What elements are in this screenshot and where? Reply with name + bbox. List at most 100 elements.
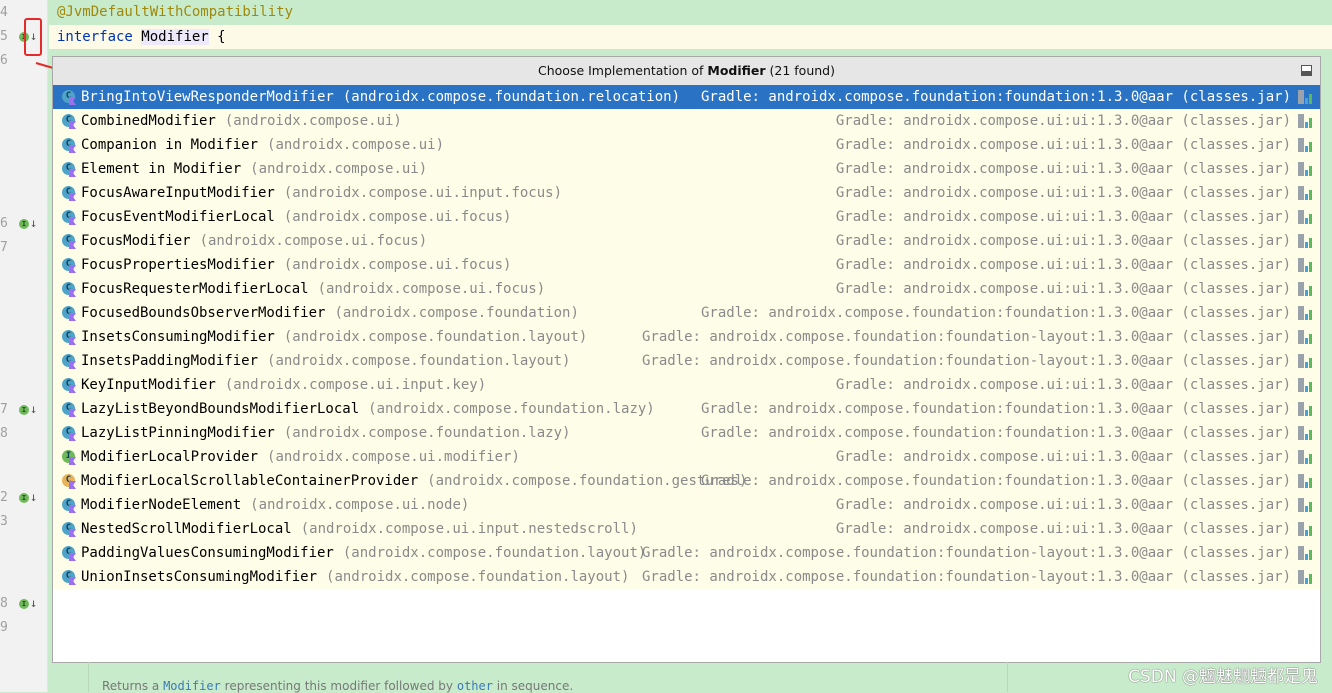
implementation-item[interactable]: C FocusAwareInputModifier (androidx.comp… — [53, 181, 1320, 205]
item-name: InsetsPaddingModifier — [81, 353, 259, 369]
item-name: FocusModifier — [81, 233, 191, 249]
popup-header: Choose Implementation of Modifier (21 fo… — [53, 57, 1320, 85]
item-name: ModifierLocalScrollableContainerProvider — [81, 473, 419, 489]
library-icon — [1298, 546, 1314, 560]
library-icon — [1298, 474, 1314, 488]
implementation-item[interactable]: C ModifierLocalScrollableContainerProvid… — [53, 469, 1320, 493]
line-number: 9 — [0, 620, 8, 635]
highlight-box — [24, 18, 42, 56]
implementation-item[interactable]: C ModifierNodeElement (androidx.compose.… — [53, 493, 1320, 517]
library-icon — [1298, 282, 1314, 296]
doc-text: representing this modifier followed by — [220, 679, 457, 693]
line-number: 4 — [0, 5, 8, 20]
keyword: interface — [57, 29, 133, 45]
line-number: 6 — [0, 216, 8, 231]
class-icon: C — [61, 401, 77, 417]
doc-link-other[interactable]: other — [457, 679, 493, 693]
item-name: KeyInputModifier — [81, 377, 216, 393]
implemented-by-gutter-icon[interactable]: I ↓ — [19, 403, 37, 417]
item-location: Gradle: androidx.compose.foundation:foun… — [700, 401, 1291, 417]
implementation-item[interactable]: C InsetsPaddingModifier (androidx.compos… — [53, 349, 1320, 373]
open-in-window-icon[interactable] — [1301, 65, 1312, 76]
type-name: Modifier — [141, 29, 209, 45]
implementation-item[interactable]: C FocusPropertiesModifier (androidx.comp… — [53, 253, 1320, 277]
abstract-icon: C — [61, 473, 77, 489]
item-name: Element in Modifier — [81, 161, 242, 177]
class-icon: C — [61, 329, 77, 345]
implementation-item[interactable]: C UnionInsetsConsumingModifier (androidx… — [53, 565, 1320, 589]
popup-title-prefix: Choose Implementation of — [538, 63, 708, 78]
item-package: (androidx.compose.ui.input.key) — [224, 377, 487, 393]
implementation-item[interactable]: I ModifierLocalProvider (androidx.compos… — [53, 445, 1320, 469]
implementation-item[interactable]: C NestedScrollModifierLocal (androidx.co… — [53, 517, 1320, 541]
popup-title-count: (21 found) — [765, 63, 835, 78]
interface-icon: I — [61, 449, 77, 465]
item-location: Gradle: androidx.compose.ui:ui:1.3.0@aar… — [835, 161, 1291, 177]
implementation-item[interactable]: C FocusRequesterModifierLocal (androidx.… — [53, 277, 1320, 301]
line-number: 6 — [0, 53, 8, 68]
implementation-item[interactable]: C FocusModifier (androidx.compose.ui.foc… — [53, 229, 1320, 253]
implementation-item[interactable]: C CombinedModifier (androidx.compose.ui)… — [53, 109, 1320, 133]
item-name: ModifierNodeElement — [81, 497, 242, 513]
item-name: PaddingValuesConsumingModifier — [81, 545, 334, 561]
item-package: (androidx.compose.foundation.gestures) — [427, 473, 748, 489]
item-location: Gradle: androidx.compose.ui:ui:1.3.0@aar… — [835, 137, 1291, 153]
library-icon — [1298, 306, 1314, 320]
item-location: Gradle: androidx.compose.foundation:foun… — [641, 545, 1291, 561]
library-icon — [1298, 186, 1314, 200]
class-icon: C — [61, 233, 77, 249]
library-icon — [1298, 90, 1314, 104]
item-name: FocusRequesterModifierLocal — [81, 281, 309, 297]
implementation-item[interactable]: C LazyListPinningModifier (androidx.comp… — [53, 421, 1320, 445]
item-package: (androidx.compose.ui.focus) — [317, 281, 546, 297]
item-package: (androidx.compose.ui) — [267, 137, 445, 153]
library-icon — [1298, 450, 1314, 464]
implementation-item[interactable]: C FocusedBoundsObserverModifier (android… — [53, 301, 1320, 325]
line-number: 8 — [0, 426, 8, 441]
choose-implementation-popup: Choose Implementation of Modifier (21 fo… — [52, 56, 1321, 663]
implementation-item[interactable]: C Element in Modifier (androidx.compose.… — [53, 157, 1320, 181]
implementation-item[interactable]: C Companion in Modifier (androidx.compos… — [53, 133, 1320, 157]
item-location: Gradle: androidx.compose.ui:ui:1.3.0@aar… — [835, 185, 1291, 201]
item-name: BringIntoViewResponderModifier — [81, 89, 334, 105]
library-icon — [1298, 378, 1314, 392]
implementation-item[interactable]: C PaddingValuesConsumingModifier (androi… — [53, 541, 1320, 565]
item-name: NestedScrollModifierLocal — [81, 521, 292, 537]
class-icon: C — [61, 89, 77, 105]
item-package: (androidx.compose.foundation.lazy) — [368, 401, 655, 417]
implementation-item[interactable]: C LazyListBeyondBoundsModifierLocal (and… — [53, 397, 1320, 421]
annotation-text: @JvmDefaultWithCompatibility — [57, 4, 294, 20]
class-icon: C — [61, 113, 77, 129]
item-package: (androidx.compose.ui.focus) — [199, 233, 428, 249]
class-icon: C — [61, 521, 77, 537]
implemented-by-gutter-icon[interactable]: I ↓ — [19, 217, 37, 231]
item-package: (androidx.compose.foundation.layout) — [283, 329, 588, 345]
library-icon — [1298, 498, 1314, 512]
class-icon: C — [61, 305, 77, 321]
implementation-item[interactable]: C InsetsConsumingModifier (androidx.comp… — [53, 325, 1320, 349]
library-icon — [1298, 234, 1314, 248]
class-icon: C — [61, 497, 77, 513]
library-icon — [1298, 138, 1314, 152]
class-icon: C — [61, 161, 77, 177]
item-name: FocusedBoundsObserverModifier — [81, 305, 326, 321]
doc-text: in sequence. — [492, 679, 574, 693]
item-package: (androidx.compose.ui.input.focus) — [283, 185, 563, 201]
doc-link-modifier[interactable]: Modifier — [163, 679, 221, 693]
line-number: 7 — [0, 240, 8, 255]
code-line-annotation: @JvmDefaultWithCompatibility — [49, 0, 1332, 25]
implemented-by-gutter-icon[interactable]: I ↓ — [19, 597, 37, 611]
item-package: (androidx.compose.ui.node) — [250, 497, 470, 513]
item-name: ModifierLocalProvider — [81, 449, 259, 465]
implemented-by-gutter-icon[interactable]: I ↓ — [19, 491, 37, 505]
line-number: 8 — [0, 596, 8, 611]
implementation-item[interactable]: C BringIntoViewResponderModifier (androi… — [53, 85, 1320, 109]
library-icon — [1298, 570, 1314, 584]
item-location: Gradle: androidx.compose.ui:ui:1.3.0@aar… — [835, 233, 1291, 249]
item-package: (androidx.compose.foundation) — [334, 305, 579, 321]
item-location: Gradle: androidx.compose.foundation:foun… — [641, 569, 1291, 585]
implementation-item[interactable]: C FocusEventModifierLocal (androidx.comp… — [53, 205, 1320, 229]
class-icon: C — [61, 257, 77, 273]
implementation-item[interactable]: C KeyInputModifier (androidx.compose.ui.… — [53, 373, 1320, 397]
item-location: Gradle: androidx.compose.ui:ui:1.3.0@aar… — [835, 209, 1291, 225]
